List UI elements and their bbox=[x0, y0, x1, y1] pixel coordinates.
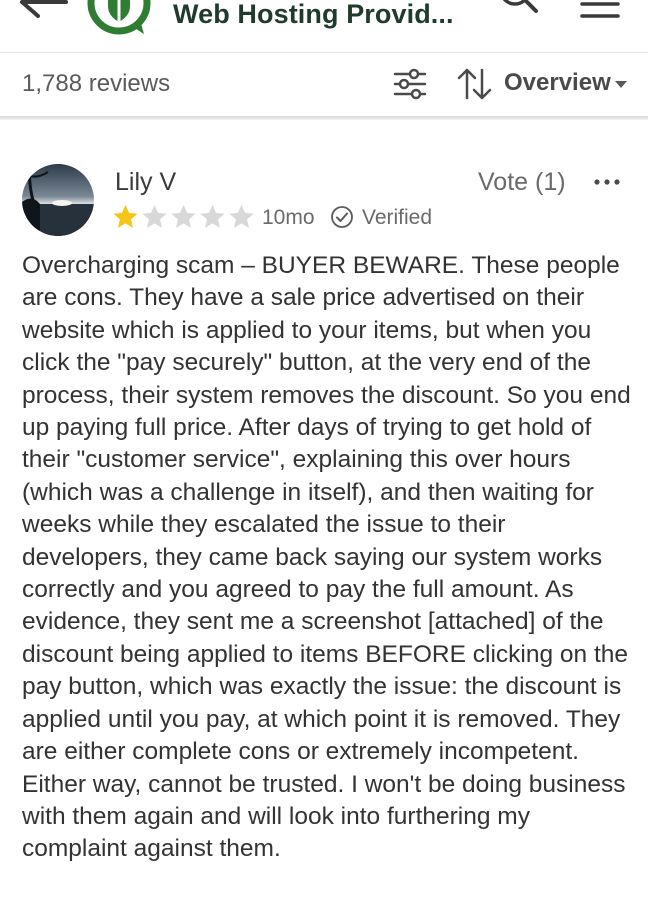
more-dots-icon bbox=[594, 179, 620, 185]
review-page: Web Hosting Provid... 1,788 reviews Over… bbox=[0, 0, 648, 912]
toolbar-divider bbox=[0, 116, 648, 120]
sort-label: Overview bbox=[504, 69, 611, 96]
sort-button[interactable]: Overview bbox=[456, 53, 632, 113]
back-button[interactable] bbox=[14, 0, 70, 26]
more-options-button[interactable] bbox=[592, 172, 622, 192]
star-empty-icon bbox=[229, 204, 254, 228]
reviewer-name[interactable]: Lily V bbox=[115, 168, 176, 197]
sort-arrows-icon bbox=[457, 68, 492, 100]
filter-button[interactable] bbox=[392, 67, 428, 101]
menu-button[interactable] bbox=[576, 0, 624, 24]
review-age: 10mo bbox=[262, 206, 315, 229]
app-logo[interactable] bbox=[86, 0, 152, 36]
review-text: Overcharging scam – BUYER BEWARE. These … bbox=[22, 252, 631, 863]
avatar[interactable] bbox=[22, 164, 94, 236]
star-filled-icon bbox=[113, 204, 138, 228]
app-header: Web Hosting Provid... bbox=[0, 0, 648, 52]
review-card: Lily V 10mo Verified Vote (1) Overchargi… bbox=[0, 150, 648, 912]
caret-down-icon bbox=[615, 81, 627, 88]
star-empty-icon bbox=[200, 204, 225, 228]
reviews-count: 1,788 reviews bbox=[22, 70, 171, 97]
star-rating bbox=[111, 202, 257, 232]
vote-button[interactable]: Vote (1) bbox=[478, 168, 566, 197]
star-empty-icon bbox=[142, 204, 167, 228]
verified-label: Verified bbox=[362, 206, 433, 229]
page-title: Web Hosting Provid... bbox=[173, 0, 454, 29]
filter-sliders-icon bbox=[393, 68, 427, 100]
verified-check-icon bbox=[331, 206, 353, 228]
star-empty-icon bbox=[171, 204, 196, 228]
search-icon bbox=[502, 0, 538, 13]
shield-chat-logo bbox=[87, 0, 151, 35]
search-button[interactable] bbox=[496, 0, 542, 26]
arrow-left-icon bbox=[20, 0, 68, 18]
avatar-sunset-image bbox=[22, 164, 94, 236]
hamburger-menu-icon bbox=[580, 2, 620, 18]
reviews-toolbar: 1,788 reviews Overview bbox=[0, 53, 648, 117]
